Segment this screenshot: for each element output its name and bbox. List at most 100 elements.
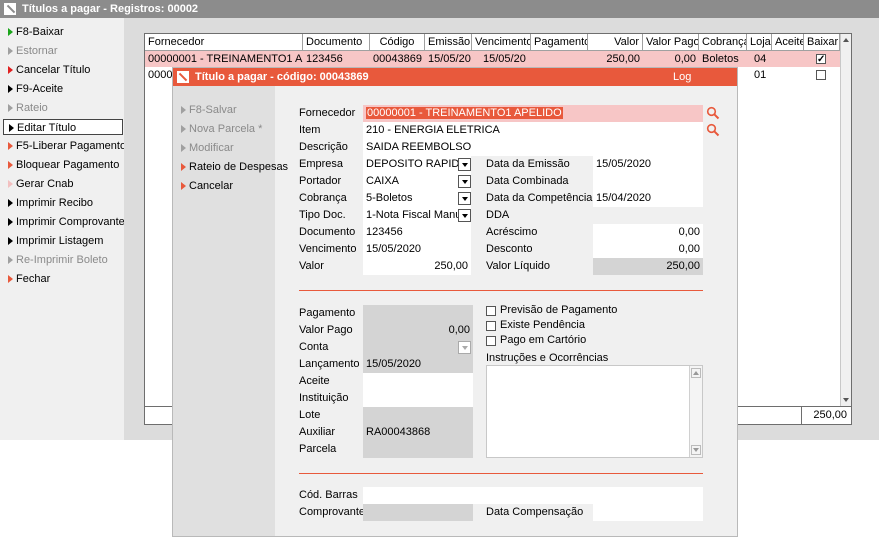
dialog-action-cancelar[interactable]: Cancelar	[181, 178, 233, 194]
sidebar-item-label: Estornar	[16, 45, 58, 57]
baixar-checkbox[interactable]	[816, 70, 826, 80]
sidebar-item-label: Gerar Cnab	[16, 178, 74, 190]
grid-scrollbar[interactable]	[840, 34, 851, 406]
sidebar-item-imprimir-recibo[interactable]: Imprimir Recibo	[8, 195, 93, 211]
cobranca-dropdown-icon[interactable]	[458, 192, 471, 205]
label-auxiliar: Auxiliar	[299, 426, 336, 438]
col-header-valor[interactable]: Valor	[588, 34, 643, 51]
dialog-action-rateio-de-despesas[interactable]: Rateio de Despesas	[181, 159, 288, 175]
col-header-baixar[interactable]: Baixar	[804, 34, 840, 51]
pendencia-checkbox[interactable]	[486, 321, 496, 331]
label-aceite: Aceite	[299, 375, 330, 387]
main-sidebar: F8-Baixar Estornar Cancelar Título F9-Aceit…	[0, 22, 126, 440]
table-row[interactable]: 00000001 - TREINAMENTO1 APELIDO 123456 0…	[145, 51, 840, 68]
instrucoes-scrollbar[interactable]	[689, 366, 702, 457]
label-valor-liquido: Valor Líquido	[486, 260, 551, 272]
sidebar-item-cancelar-t-tulo[interactable]: Cancelar Título	[8, 62, 90, 78]
comprovante-field	[363, 504, 473, 521]
col-header-pagamento[interactable]: Pagamento	[531, 34, 588, 51]
parcela-field	[363, 441, 473, 458]
cartorio-checkbox[interactable]	[486, 336, 496, 346]
col-header-vencimento[interactable]: Vencimento	[472, 34, 531, 51]
label-data-competencia: Data da Competência	[486, 192, 593, 204]
label-lote: Lote	[299, 409, 321, 421]
empresa-dropdown-icon[interactable]	[458, 158, 471, 171]
sidebar-item-label: Re-Imprimir Boleto	[16, 254, 108, 266]
aceite-field[interactable]	[363, 373, 473, 390]
label-pagamento: Pagamento	[299, 307, 356, 319]
label-desconto: Desconto	[486, 243, 533, 255]
dialog-sidebar: F8-Salvar Nova Parcela * Modificar Rateio d…	[173, 86, 288, 536]
triangle-icon	[9, 124, 14, 132]
sidebar-item-gerar-cnab[interactable]: Gerar Cnab	[8, 176, 73, 192]
auxiliar-field: RA00043868	[363, 424, 473, 441]
data-compensacao-field[interactable]	[593, 504, 703, 521]
tipo-doc-dropdown-icon[interactable]	[458, 209, 471, 222]
data-combinada-field[interactable]	[593, 173, 703, 190]
portador-select[interactable]: CAIXA	[363, 173, 471, 190]
sidebar-item-imprimir-comprovante[interactable]: Imprimir Comprovante	[8, 214, 125, 230]
scroll-down-icon[interactable]	[693, 448, 699, 452]
vencimento-field[interactable]: 15/05/2020	[363, 241, 471, 258]
col-header-loja[interactable]: Loja	[747, 34, 772, 51]
col-header-cobranca[interactable]: Cobrança	[699, 34, 747, 51]
fornecedor-field[interactable]: 00000001 - TREINAMENTO1 APELIDO	[363, 105, 703, 122]
col-header-valor-pago[interactable]: Valor Pago	[643, 34, 699, 51]
sidebar-item-bloquear-pagamento[interactable]: Bloquear Pagamento	[8, 157, 119, 173]
sidebar-item-label: Rateio	[16, 102, 48, 114]
dialog-action-label: Modificar	[189, 142, 234, 154]
baixar-checkbox[interactable]	[816, 52, 826, 68]
triangle-icon	[8, 199, 13, 207]
cell-codigo: 00043869	[373, 53, 422, 65]
sidebar-item-f9-aceite[interactable]: F9-Aceite	[8, 81, 63, 97]
triangle-icon	[181, 182, 186, 190]
descricao-field[interactable]: SAIDA REEMBOLSO	[363, 139, 703, 156]
col-header-documento[interactable]: Documento	[303, 34, 370, 51]
portador-dropdown-icon[interactable]	[458, 175, 471, 188]
instrucoes-textarea[interactable]	[486, 365, 703, 458]
acrescimo-field[interactable]: 0,00	[593, 224, 703, 241]
search-item-icon[interactable]	[706, 123, 720, 137]
valor-pago-field: 0,00	[363, 322, 473, 339]
sidebar-item-f5-liberar-pagamento[interactable]: F5-Liberar Pagamento	[8, 138, 126, 154]
sidebar-item-imprimir-listagem[interactable]: Imprimir Listagem	[8, 233, 103, 249]
triangle-icon	[181, 106, 186, 114]
item-field[interactable]: 210 - ENERGIA ELETRICA	[363, 122, 703, 139]
previsao-checkbox[interactable]	[486, 306, 496, 316]
col-header-fornecedor[interactable]: Fornecedor	[145, 34, 303, 51]
scroll-up-icon[interactable]	[693, 371, 699, 375]
sidebar-item-editar-t-tulo[interactable]: Editar Título	[3, 119, 123, 135]
log-link[interactable]: Log	[673, 68, 691, 86]
sidebar-item-fechar[interactable]: Fechar	[8, 271, 50, 287]
tipo-doc-select[interactable]: 1-Nota Fiscal Manua	[363, 207, 471, 224]
triangle-icon	[8, 66, 13, 74]
valor-field[interactable]: 250,00	[363, 258, 471, 275]
instituicao-field[interactable]	[363, 390, 473, 407]
sidebar-item-f8-baixar[interactable]: F8-Baixar	[8, 24, 64, 40]
cod-barras-field[interactable]	[363, 487, 703, 504]
desconto-field[interactable]: 0,00	[593, 241, 703, 258]
sidebar-item-re-imprimir-boleto: Re-Imprimir Boleto	[8, 252, 108, 268]
scroll-down-icon[interactable]	[843, 398, 849, 402]
label-tipo-doc: Tipo Doc.	[299, 209, 346, 221]
empresa-select[interactable]: DEPOSITO RAPIDO L	[363, 156, 471, 173]
cell-aceite	[772, 51, 804, 67]
col-header-aceite[interactable]: Aceite	[772, 34, 804, 51]
cell-valor: 250,00	[606, 53, 640, 65]
data-emissao-field[interactable]: 15/05/2020	[593, 156, 703, 173]
scroll-up-icon[interactable]	[843, 38, 849, 42]
data-competencia-field[interactable]: 15/04/2020	[593, 190, 703, 207]
app-logo-icon	[177, 71, 189, 83]
cell-cobranca: Boletos	[702, 53, 739, 65]
main-title-bar: Títulos a pagar - Registros: 00002	[0, 0, 879, 18]
col-header-emissao[interactable]: Emissão	[425, 34, 472, 51]
triangle-icon	[181, 125, 186, 133]
label-data-combinada: Data Combinada	[486, 175, 569, 187]
col-header-codigo[interactable]: Código	[370, 34, 425, 51]
sidebar-item-label: Imprimir Listagem	[16, 235, 104, 247]
search-fornecedor-icon[interactable]	[706, 106, 720, 120]
dialog-action-label: Nova Parcela *	[189, 123, 263, 135]
cobranca-select[interactable]: 5-Boletos	[363, 190, 471, 207]
label-fornecedor: Fornecedor	[299, 107, 356, 119]
documento-field[interactable]: 123456	[363, 224, 471, 241]
